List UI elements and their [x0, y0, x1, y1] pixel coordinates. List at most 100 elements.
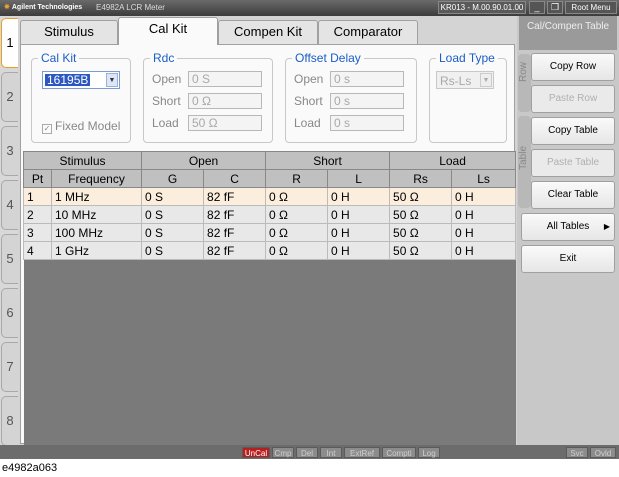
clear-table-button[interactable]: Clear Table: [531, 181, 615, 209]
cal-kit-group: Cal Kit 16195B ▼ ✓ Fixed Model: [31, 51, 131, 143]
col-header-r: R: [265, 169, 329, 188]
table-cell[interactable]: 2: [23, 205, 52, 224]
channel-tab-4[interactable]: 4: [1, 180, 18, 230]
channel-tab-1[interactable]: 1: [1, 18, 18, 68]
copy-table-button[interactable]: Copy Table: [531, 117, 615, 145]
app-title: E4982A LCR Meter: [96, 3, 165, 12]
col-header-ls: Ls: [451, 169, 517, 188]
table-cell[interactable]: 50 Ω: [389, 187, 453, 206]
table-column-header-row: Pt Frequency G C R L Rs Ls: [23, 169, 517, 188]
table-cell[interactable]: 0 Ω: [265, 205, 329, 224]
channel-tab-6[interactable]: 6: [1, 288, 18, 338]
table-cell[interactable]: 0 Ω: [265, 187, 329, 206]
table-cell[interactable]: 0 H: [327, 241, 391, 260]
restore-button[interactable]: ❒: [547, 1, 563, 14]
fixed-model-checkbox[interactable]: ✓ Fixed Model: [42, 119, 120, 134]
status-uncal: UnCal: [242, 447, 270, 458]
chevron-down-icon[interactable]: ▼: [480, 73, 492, 87]
table-cell[interactable]: 0 S: [141, 241, 205, 260]
status-int: Int: [320, 447, 342, 458]
table-cell[interactable]: 0 H: [327, 187, 391, 206]
status-del: Del: [296, 447, 318, 458]
cal-kit-select[interactable]: 16195B ▼: [42, 71, 120, 89]
table-cell[interactable]: 82 fF: [203, 187, 267, 206]
table-cell[interactable]: 82 fF: [203, 241, 267, 260]
group-header-stimulus: Stimulus: [22, 151, 143, 170]
table-group-header-row: Stimulus Open Short Load: [22, 151, 517, 170]
table-cell[interactable]: 50 Ω: [389, 223, 453, 242]
table-row[interactable]: 2 10 MHz 0 S 82 fF 0 Ω 0 H 50 Ω 0 H: [23, 205, 517, 224]
paste-row-button[interactable]: Paste Row: [531, 85, 615, 113]
table-row[interactable]: 4 1 GHz 0 S 82 fF 0 Ω 0 H 50 Ω 0 H: [23, 241, 517, 260]
tab-strip: Stimulus Cal Kit Compen Kit Comparator: [18, 16, 517, 45]
table-cell[interactable]: 0 H: [451, 205, 517, 224]
offset-open-field[interactable]: 0 s: [330, 71, 404, 87]
firmware-version: KR013 - M.00.90.01.00: [438, 1, 526, 14]
rdc-load-label: Load: [152, 116, 179, 130]
table-cell[interactable]: 50 Ω: [389, 205, 453, 224]
table-cell[interactable]: 50 Ω: [389, 241, 453, 260]
col-header-pt: Pt: [23, 169, 52, 188]
rdc-short-field[interactable]: 0 Ω: [188, 93, 262, 109]
table-cell[interactable]: 0 Ω: [265, 241, 329, 260]
status-log: Log: [418, 447, 440, 458]
row-group-label: Row: [518, 54, 531, 112]
table-cell[interactable]: 0 S: [141, 187, 205, 206]
table-cell[interactable]: 0 S: [141, 223, 205, 242]
agilent-logo: Agilent Technologies: [4, 3, 82, 11]
table-cell[interactable]: 1 MHz: [50, 187, 143, 206]
rdc-open-label: Open: [152, 72, 182, 86]
channel-tab-3[interactable]: 3: [1, 126, 18, 176]
load-type-select[interactable]: Rs-Ls ▼: [436, 71, 494, 89]
offset-short-row: Short 0 s: [294, 93, 409, 109]
table-cell[interactable]: 0 H: [327, 205, 391, 224]
table-cell[interactable]: 3: [23, 223, 52, 242]
col-header-frequency: Frequency: [50, 169, 143, 188]
offset-short-label: Short: [294, 94, 323, 108]
group-header-short: Short: [265, 151, 391, 170]
tab-stimulus[interactable]: Stimulus: [20, 20, 118, 44]
rdc-load-field[interactable]: 50 Ω: [188, 115, 262, 131]
rdc-open-field[interactable]: 0 S: [188, 71, 262, 87]
exit-button[interactable]: Exit: [521, 245, 615, 273]
tab-compen-kit[interactable]: Compen Kit: [218, 20, 318, 44]
table-cell[interactable]: 10 MHz: [50, 205, 143, 224]
load-type-selected-value: Rs-Ls: [440, 74, 472, 88]
table-cell[interactable]: 0 Ω: [265, 223, 329, 242]
channel-tab-7[interactable]: 7: [1, 342, 18, 392]
table-cell[interactable]: 100 MHz: [50, 223, 143, 242]
status-cmp: Cmp: [272, 447, 294, 458]
offset-short-field[interactable]: 0 s: [330, 93, 404, 109]
channel-tab-2[interactable]: 2: [1, 72, 18, 122]
root-menu-button[interactable]: Root Menu: [565, 1, 617, 14]
table-cell[interactable]: 0 H: [451, 223, 517, 242]
table-cell[interactable]: 1 GHz: [50, 241, 143, 260]
table-cell[interactable]: 0 H: [327, 223, 391, 242]
chevron-down-icon[interactable]: ▼: [106, 73, 118, 87]
cal-kit-selected-value: 16195B: [45, 73, 91, 87]
table-cell[interactable]: 0 S: [141, 205, 205, 224]
minimize-button[interactable]: _: [529, 1, 545, 14]
table-cell[interactable]: 1: [23, 187, 52, 206]
channel-tab-5[interactable]: 5: [1, 234, 18, 284]
all-tables-label: All Tables: [546, 221, 590, 232]
cal-kit-panel: Cal Kit 16195B ▼ ✓ Fixed Model Rdc Open 0…: [20, 44, 517, 450]
channel-tab-8[interactable]: 8: [1, 396, 18, 446]
table-cell[interactable]: 0 H: [451, 241, 517, 260]
col-header-c: C: [203, 169, 267, 188]
table-cell[interactable]: 82 fF: [203, 223, 267, 242]
col-header-g: G: [141, 169, 205, 188]
paste-table-button[interactable]: Paste Table: [531, 149, 615, 177]
table-row[interactable]: 3 100 MHz 0 S 82 fF 0 Ω 0 H 50 Ω 0 H: [23, 223, 517, 242]
figure-caption: e4982a063: [2, 462, 58, 474]
copy-row-button[interactable]: Copy Row: [531, 53, 615, 81]
all-tables-button[interactable]: All Tables ▶: [521, 213, 615, 241]
table-cell[interactable]: 0 H: [451, 187, 517, 206]
tab-comparator[interactable]: Comparator: [318, 20, 418, 44]
col-header-rs: Rs: [389, 169, 453, 188]
tab-cal-kit[interactable]: Cal Kit: [118, 17, 218, 45]
table-cell[interactable]: 82 fF: [203, 205, 267, 224]
table-cell[interactable]: 4: [23, 241, 52, 260]
table-row[interactable]: 1 1 MHz 0 S 82 fF 0 Ω 0 H 50 Ω 0 H: [23, 187, 517, 206]
offset-load-field[interactable]: 0 s: [330, 115, 404, 131]
